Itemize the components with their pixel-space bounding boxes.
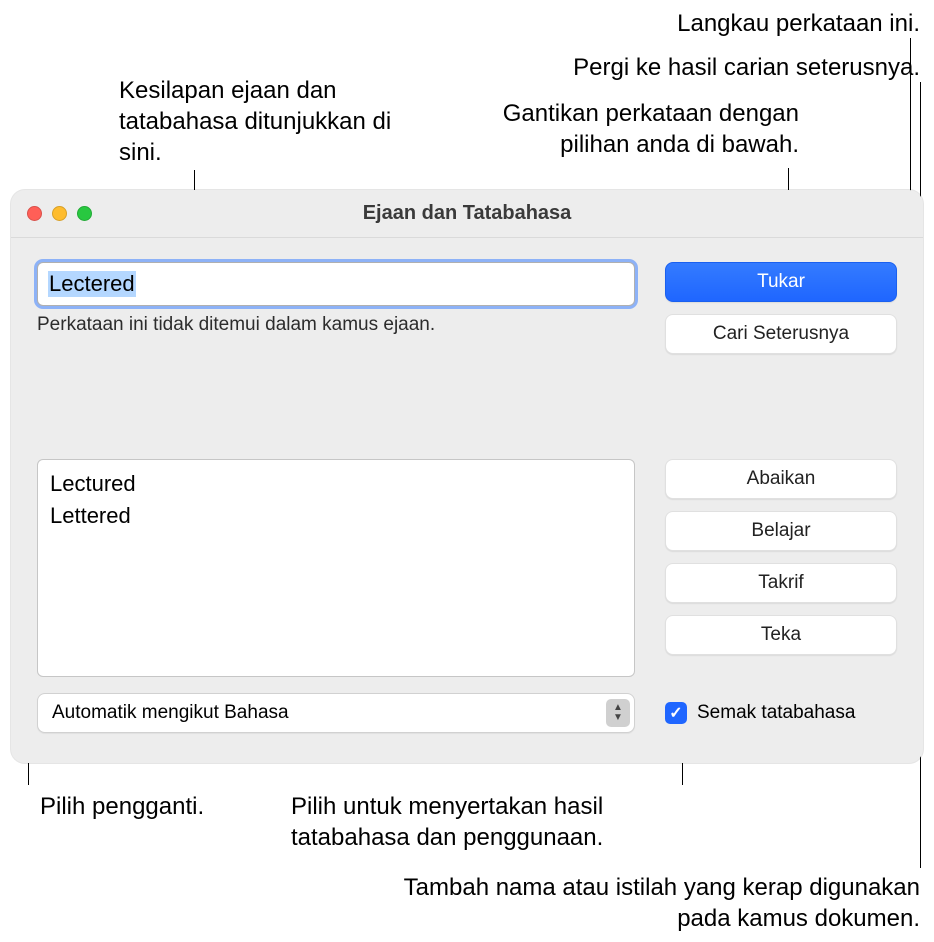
misspelled-word-value: Lectered xyxy=(48,271,136,297)
chevron-up-down-icon: ▲▼ xyxy=(606,699,630,727)
callout-add-dictionary: Tambah nama atau istilah yang kerap digu… xyxy=(380,872,920,934)
check-grammar-row: ✓ Semak tatabahasa xyxy=(665,702,897,724)
learn-button[interactable]: Belajar xyxy=(665,511,897,551)
status-text: Perkataan ini tidak ditemui dalam kamus … xyxy=(37,314,635,336)
callout-next-result: Pergi ke hasil carian seterusnya. xyxy=(573,52,920,83)
language-select-value: Automatik mengikut Bahasa xyxy=(52,702,289,724)
callout-replace: Gantikan perkataan dengan pilihan anda d… xyxy=(459,98,799,160)
change-button[interactable]: Tukar xyxy=(665,262,897,302)
check-grammar-checkbox[interactable]: ✓ xyxy=(665,702,687,724)
guess-button[interactable]: Teka xyxy=(665,615,897,655)
callout-skip: Langkau perkataan ini. xyxy=(677,8,920,39)
list-item[interactable]: Lettered xyxy=(50,500,622,532)
callout-errors-shown: Kesilapan ejaan dan tatabahasa ditunjukk… xyxy=(119,75,399,169)
titlebar: Ejaan dan Tatabahasa xyxy=(11,190,923,238)
misspelled-word-input[interactable]: Lectered xyxy=(37,262,635,306)
list-item[interactable]: Lectured xyxy=(50,468,622,500)
callout-include-grammar: Pilih untuk menyertakan hasil tatabahasa… xyxy=(291,791,671,853)
callout-choose-replacement: Pilih pengganti. xyxy=(40,791,204,822)
define-button[interactable]: Takrif xyxy=(665,563,897,603)
window-title: Ejaan dan Tatabahasa xyxy=(11,202,923,225)
spelling-grammar-window: Ejaan dan Tatabahasa Lectered Perkataan … xyxy=(11,190,923,763)
find-next-button[interactable]: Cari Seterusnya xyxy=(665,314,897,354)
check-grammar-label: Semak tatabahasa xyxy=(697,702,855,724)
ignore-button[interactable]: Abaikan xyxy=(665,459,897,499)
suggestions-list[interactable]: Lectured Lettered xyxy=(37,459,635,677)
language-select[interactable]: Automatik mengikut Bahasa ▲▼ xyxy=(37,693,635,733)
